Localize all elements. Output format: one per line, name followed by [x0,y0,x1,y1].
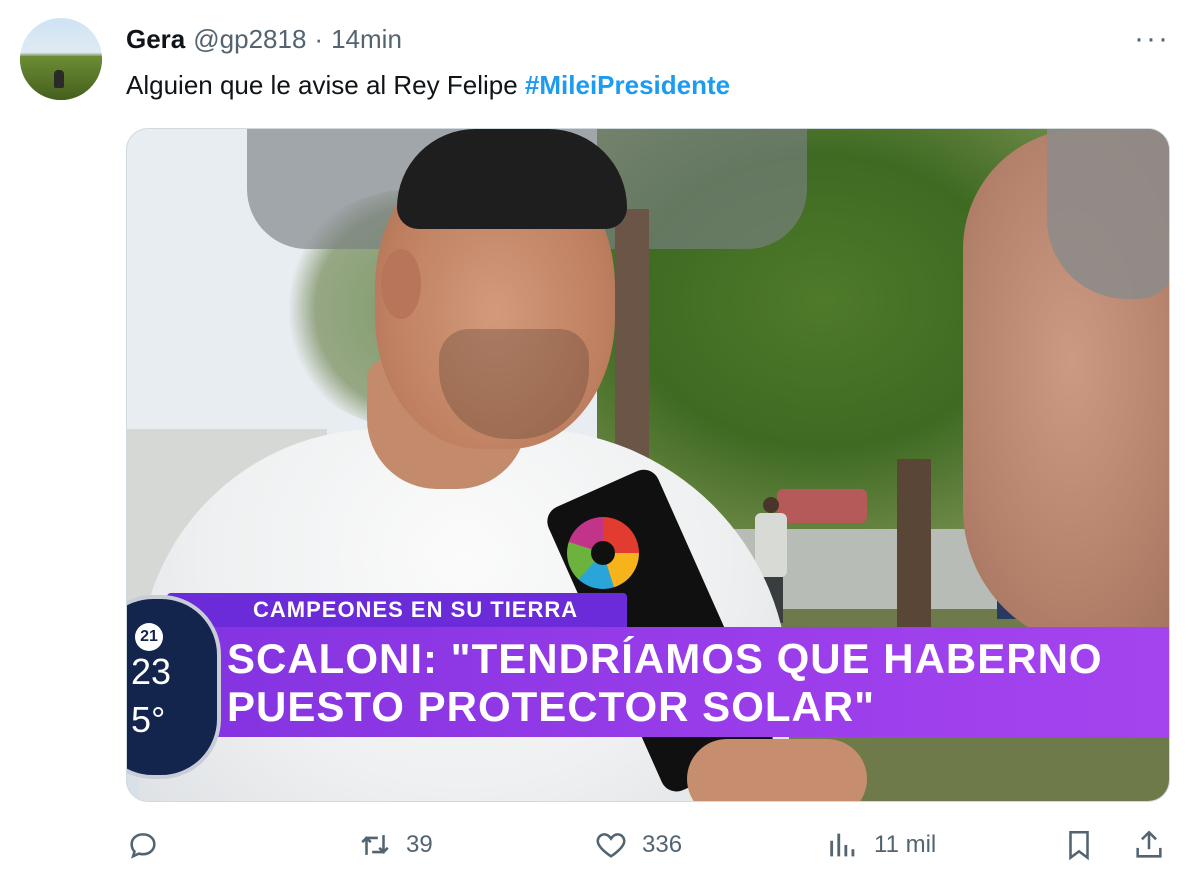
ear [381,249,421,319]
author-handle[interactable]: @gp2818 [193,24,306,55]
bookmark-icon [1069,830,1089,861]
kicker-text: CAMPEONES EN SU TIERRA [253,597,579,622]
tweet-text: Alguien que le avise al Rey Felipe #Mile… [126,70,730,101]
share-icon [1136,830,1162,858]
lower-third-kicker: CAMPEONES EN SU TIERRA [167,593,627,627]
hand [687,739,867,801]
more-options-icon[interactable]: ··· [1134,22,1170,56]
lower-third-headline: SCALONI: "TENDRÍAMOS QUE HABERNO PUESTO … [167,627,1169,737]
channel-logo-icon [567,517,639,589]
hair [397,129,627,229]
avatar-person-silhouette [54,70,64,88]
views-button[interactable]: 11 mil [826,828,936,862]
reply-button[interactable] [126,828,160,862]
tweet: Gera @gp2818 · 14min ··· Alguien que le … [0,0,1200,880]
tweet-actions: 39 336 11 mil [126,828,1172,872]
headline-line-1: SCALONI: "TENDRÍAMOS QUE HABERNO [227,635,1103,682]
header-separator: · [314,24,324,54]
tree-trunk [897,459,931,629]
like-button[interactable]: 336 [594,828,682,862]
timestamp[interactable]: 14min [331,24,402,55]
view-count: 11 mil [874,831,937,858]
clock-time: 23 [131,651,172,692]
clock-temperature: 5° [131,699,166,740]
hashtag-link[interactable]: #MileiPresidente [525,70,730,100]
analytics-icon [830,833,855,857]
bookmark-button[interactable] [1062,828,1096,862]
tweet-media-video[interactable]: CAMPEONES EN SU TIERRA SCALONI: "TENDRÍA… [126,128,1170,802]
avatar[interactable] [20,18,102,100]
tweet-header: Gera @gp2818 · 14min [126,24,402,55]
retweet-button[interactable]: 39 [358,828,433,862]
retweet-count: 39 [406,831,433,858]
retweet-icon [361,835,389,855]
share-button[interactable] [1132,828,1166,862]
clock-day: 21 [135,623,163,651]
author-name[interactable]: Gera [126,24,185,55]
reply-icon [130,833,156,859]
like-count: 336 [642,831,683,858]
tv-clock-badge: 21 23 5° [127,595,221,779]
heart-icon [596,833,626,858]
headline-line-2: PUESTO PROTECTOR SOLAR" [227,683,876,730]
tweet-body: Alguien que le avise al Rey Felipe [126,70,518,100]
